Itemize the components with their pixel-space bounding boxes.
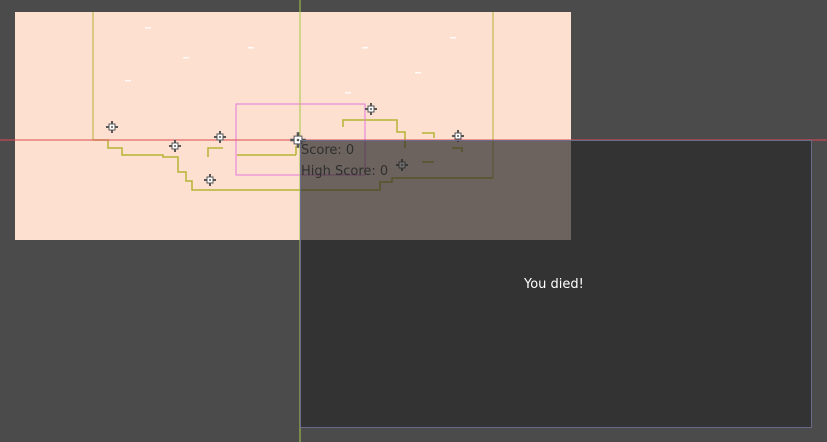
death-message: You died! [524,277,584,292]
high-score-label: High Score: 0 [301,164,389,179]
score-label: Score: 0 [301,143,355,158]
